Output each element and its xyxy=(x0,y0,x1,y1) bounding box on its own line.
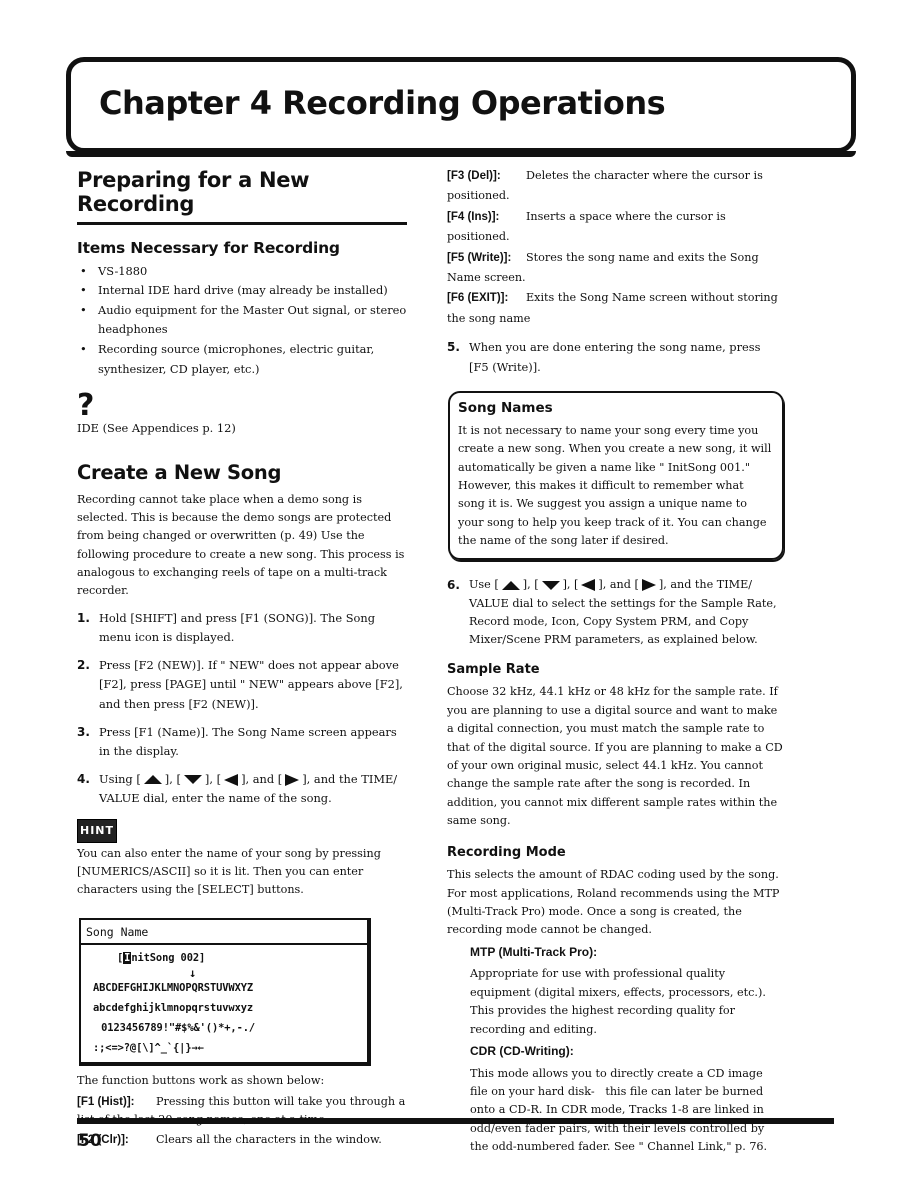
step-number: 3. xyxy=(77,724,90,739)
bullet-icon: • xyxy=(80,302,87,317)
lcd-char-row-lower: abcdefghijklmnopqrstuvwxyz xyxy=(93,1002,254,1015)
cursor-down-icon xyxy=(183,775,202,785)
function-button-desc: [F4 (Ins)]: Inserts a space where the cur… xyxy=(447,207,783,247)
lcd-song-name: nitSong 002] xyxy=(131,952,206,965)
list-item: • Internal IDE hard drive (may already be… xyxy=(77,281,407,301)
bullet-icon: • xyxy=(80,263,87,278)
list-item-text: Audio equipment for the Master Out signa… xyxy=(98,302,407,337)
function-button-desc: [F3 (Del)]: Deletes the character where t… xyxy=(447,166,783,206)
mode-desc-cdr: This mode allows you to directly create … xyxy=(470,1066,768,1154)
lcd-char-row-symbols: :;<=>?@[\]^_`{|}→← xyxy=(93,1042,204,1055)
chapter-header-underbar xyxy=(66,151,856,157)
lcd-char-row-digits: 0123456789!"#$%&'()*+,-./ xyxy=(95,1022,256,1035)
hint-text: You can also enter the name of your song… xyxy=(77,846,381,897)
recording-mode-options: MTP (Multi-Track Pro): Appropriate for u… xyxy=(447,943,783,1157)
list-item: • VS-1880 xyxy=(77,262,407,282)
tip-text: It is not necessary to name your song ev… xyxy=(458,424,772,547)
footer-rule xyxy=(77,1118,834,1124)
list-item: • Audio equipment for the Master Out sign… xyxy=(77,301,407,340)
list-item-text: VS-1880 xyxy=(98,263,148,278)
step-number: 5. xyxy=(447,340,460,355)
steps-list-continued: 6. Use [], [], [], and [], and the TIME/ … xyxy=(447,576,783,650)
cursor-left-icon xyxy=(224,773,239,786)
function-key-label: [F5 (Write)]: xyxy=(447,251,512,264)
lcd-title: Song Name xyxy=(81,920,367,946)
function-key-desc: Clears all the characters in the window. xyxy=(156,1133,382,1147)
page-number: 50 xyxy=(78,1131,102,1151)
section-divider xyxy=(77,222,407,225)
section-title: Preparing for a New Recording xyxy=(77,168,407,216)
left-column: Preparing for a New Recording Items Nece… xyxy=(77,168,407,1150)
sample-rate-text: Choose 32 kHz, 44.1 kHz or 48 kHz for th… xyxy=(447,685,783,828)
step-number: 2. xyxy=(77,657,90,672)
cursor-left-icon xyxy=(581,579,596,592)
step-number: 6. xyxy=(447,578,460,593)
cursor-up-icon xyxy=(501,580,520,590)
bullet-icon: • xyxy=(80,341,87,356)
step-text-prefix: Using [ xyxy=(99,771,141,786)
chapter-header-box: Chapter 4 Recording Operations xyxy=(66,57,856,157)
recording-mode-heading: Recording Mode xyxy=(447,844,566,860)
mode-name-cdr: CDR (CD-Writing): xyxy=(470,1044,574,1059)
step-text-sep: ], [ xyxy=(204,771,222,786)
list-item-text: Recording source (microphones, electric … xyxy=(98,341,375,376)
function-key-label: [F4 (Ins)]: xyxy=(447,210,500,223)
function-button-desc: [F6 (EXIT)]: Exits the Song Name screen w… xyxy=(447,288,783,328)
question-mark-icon: ? xyxy=(77,388,95,424)
step-item: 6. Use [], [], [], and [], and the TIME/ … xyxy=(447,576,783,650)
create-song-heading: Create a New Song xyxy=(77,460,282,484)
items-heading: Items Necessary for Recording xyxy=(77,239,340,257)
step-text-sep: ], [ xyxy=(164,771,181,786)
cursor-right-icon xyxy=(285,773,300,786)
cursor-up-icon xyxy=(143,775,162,785)
step-text: Hold [SHIFT] and press [F1 (SONG)]. The … xyxy=(99,610,376,645)
song-name-lcd-screen: Song Name [InitSong 002] ↓ ABCDEFGHIJKLM… xyxy=(79,917,371,1067)
steps-list: 1. Hold [SHIFT] and press [F1 (SONG)]. Th… xyxy=(77,609,407,809)
step-number: 1. xyxy=(77,610,90,625)
recording-mode-text: This selects the amount of RDAC coding u… xyxy=(447,868,780,937)
step-text-sep: ], [ xyxy=(562,578,579,592)
mode-name-mtp: MTP (Multi-Track Pro): xyxy=(470,944,598,959)
function-button-desc: [F5 (Write)]: Stores the song name and ex… xyxy=(447,248,783,288)
song-names-tip-box: Song Names It is not necessary to name y… xyxy=(448,391,784,561)
function-button-desc: [F2 (Clr)]: Clears all the characters in … xyxy=(77,1131,407,1149)
list-item-text: Internal IDE hard drive (may already be … xyxy=(98,283,388,298)
bullet-icon: • xyxy=(80,283,87,298)
step-text: Press [F1 (Name)]. The Song Name screen … xyxy=(99,724,397,759)
step-number: 4. xyxy=(77,771,90,786)
ide-reference: IDE (See Appendices p. 12) xyxy=(77,421,236,436)
arrow-down-icon: ↓ xyxy=(189,966,197,981)
section-title-line1: Preparing for a New xyxy=(77,168,310,192)
hint-icon: HINT xyxy=(77,818,117,843)
tip-title: Song Names xyxy=(458,400,553,417)
step-text: When you are done entering the song name… xyxy=(469,340,761,374)
section-title-line2: Recording xyxy=(77,192,195,216)
function-buttons-intro: The function buttons work as shown below… xyxy=(77,1074,325,1088)
sample-rate-heading: Sample Rate xyxy=(447,661,540,677)
step-item: 4. Using [], [], [], and [], and the TIME… xyxy=(77,770,407,809)
step-item: 3. Press [F1 (Name)]. The Song Name scree… xyxy=(77,723,407,762)
create-song-intro: Recording cannot take place when a demo … xyxy=(77,492,405,598)
step-text-sep: ], and [ xyxy=(598,578,639,592)
step-item: 5. When you are done entering the song na… xyxy=(447,338,783,377)
function-key-label: [F1 (Hist)]: xyxy=(77,1095,135,1108)
function-key-label: [F6 (EXIT)]: xyxy=(447,292,509,305)
chapter-title: Chapter 4 Recording Operations xyxy=(99,84,666,122)
lcd-song-name-row: [InitSong 002] xyxy=(81,948,367,968)
list-item: • Recording source (microphones, electric… xyxy=(77,340,407,379)
cursor-down-icon xyxy=(541,580,560,590)
steps-list-continued: 5. When you are done entering the song na… xyxy=(447,338,783,377)
step-text: Press [F2 (NEW)]. If " NEW" does not app… xyxy=(99,657,403,711)
step-text-sep: ], [ xyxy=(522,578,539,592)
cursor-right-icon xyxy=(641,579,656,592)
step-item: 2. Press [F2 (NEW)]. If " NEW" does not a… xyxy=(77,656,407,715)
items-list: • VS-1880 • Internal IDE hard drive (may a… xyxy=(77,262,407,380)
step-text-prefix: Use [ xyxy=(469,578,499,592)
step-text-sep: ], and [ xyxy=(241,771,283,786)
right-column: [F3 (Del)]: Deletes the character where t… xyxy=(447,166,784,1157)
mode-desc-mtp: Appropriate for use with professional qu… xyxy=(470,967,766,1036)
function-key-label: [F3 (Del)]: xyxy=(447,170,501,182)
lcd-char-row-upper: ABCDEFGHIJKLMNOPQRSTUVWXYZ xyxy=(93,982,254,995)
step-item: 1. Hold [SHIFT] and press [F1 (SONG)]. Th… xyxy=(77,609,407,648)
